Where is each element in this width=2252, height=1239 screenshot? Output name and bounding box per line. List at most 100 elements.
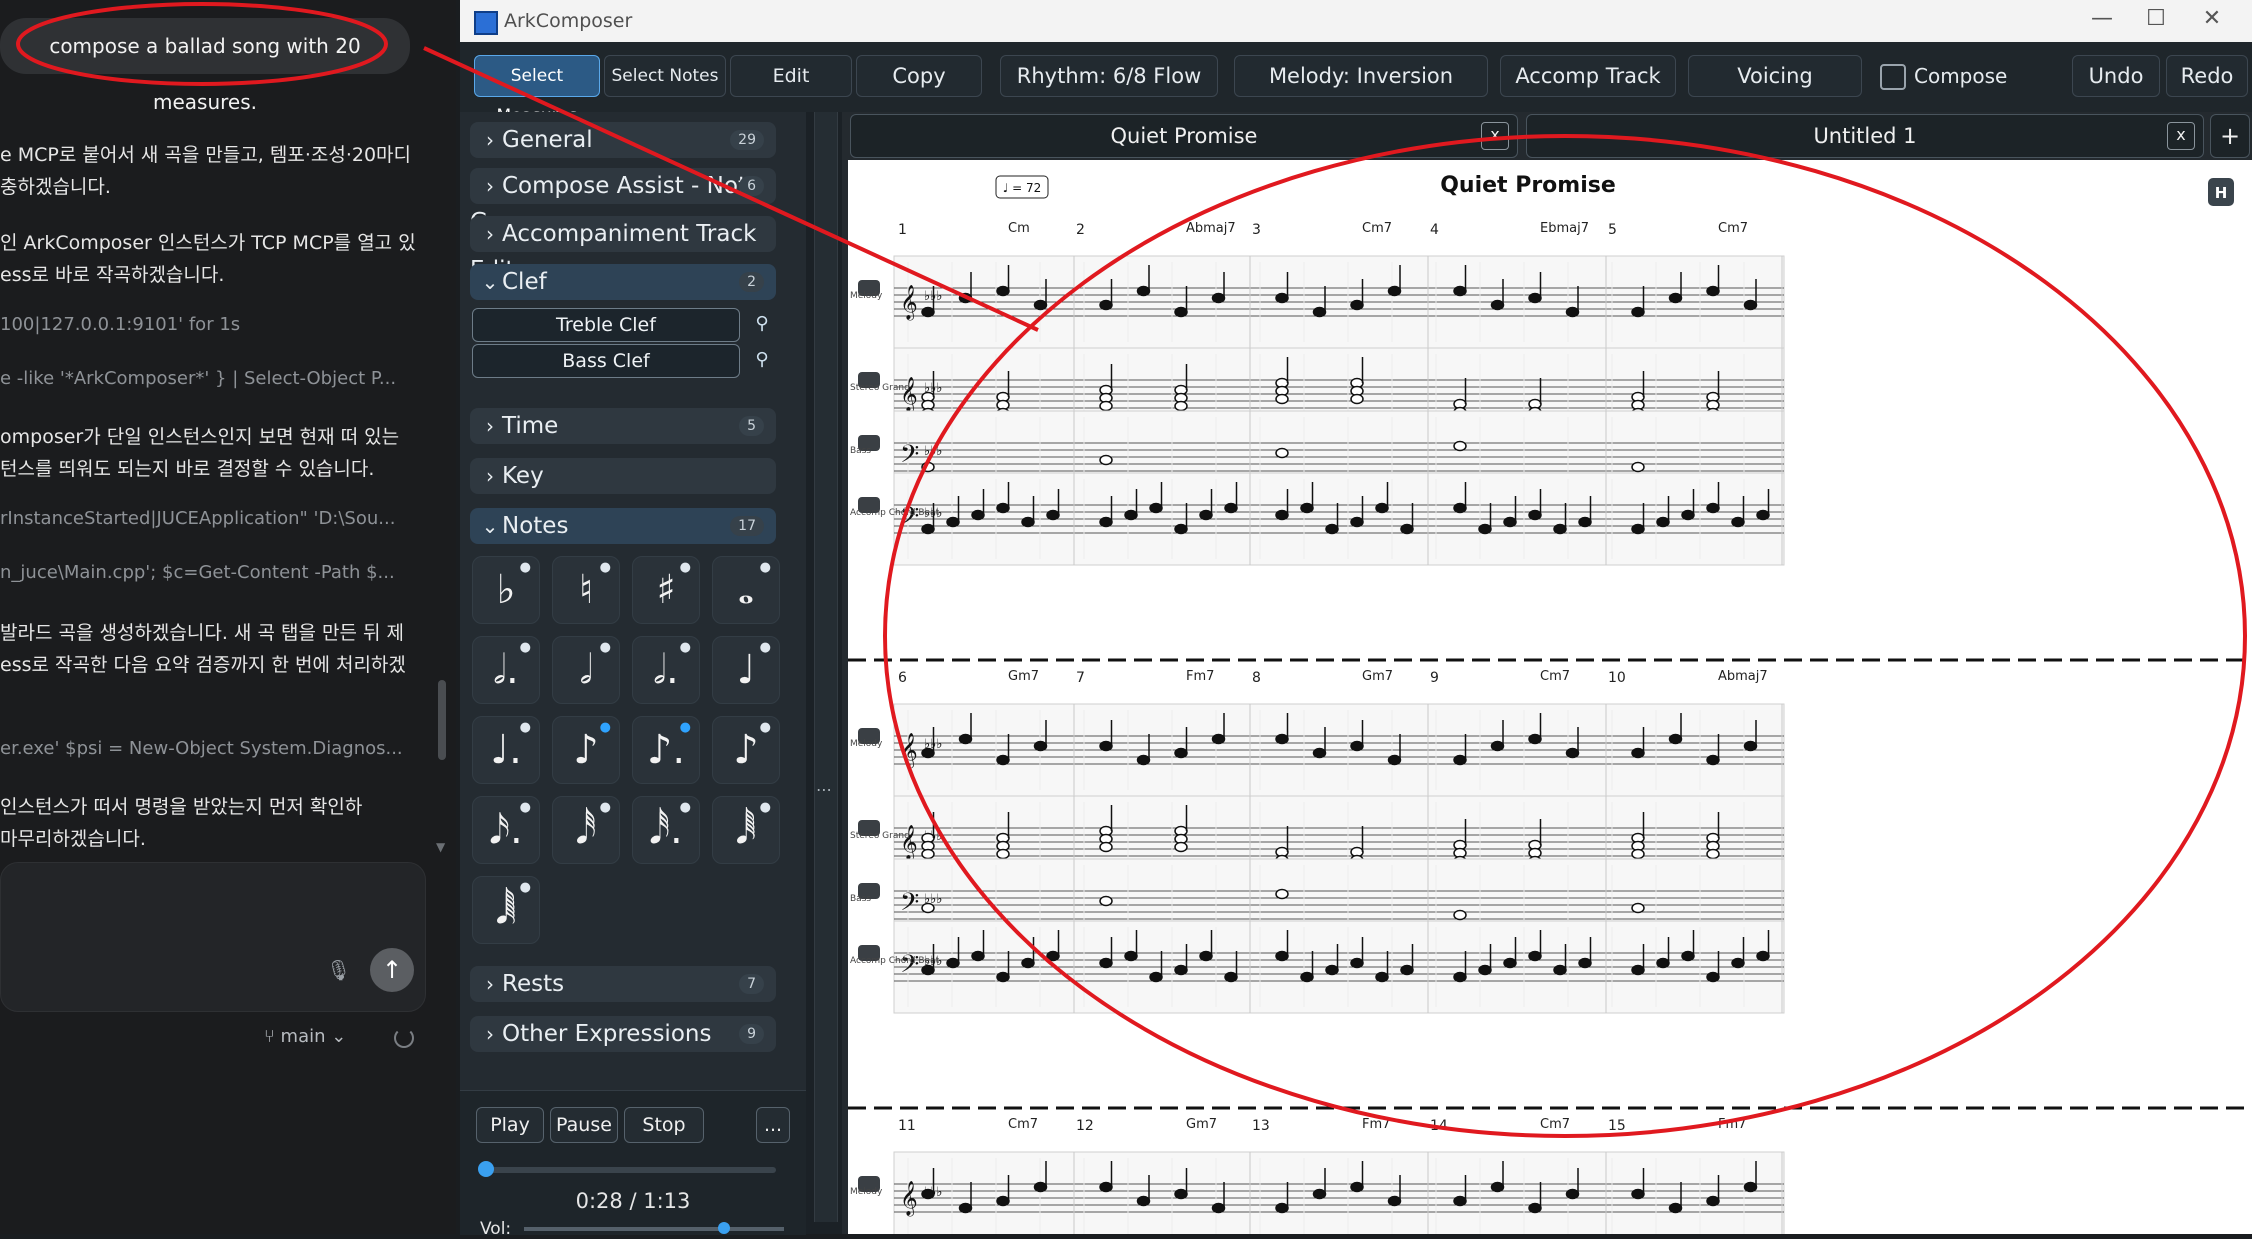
accomp-track-button[interactable]: Accomp Track — [1500, 55, 1676, 97]
track-label: Bass — [850, 894, 871, 904]
scroll-down-icon[interactable]: ▼ — [436, 840, 445, 854]
pin-icon[interactable]: ● — [600, 721, 611, 734]
note-head — [1565, 747, 1580, 759]
select-notes-button[interactable]: Select Notes — [604, 55, 726, 97]
chord-symbol: Abmaj7 — [1718, 669, 1768, 684]
note-head — [1174, 306, 1188, 318]
pin-icon[interactable]: ● — [680, 641, 691, 654]
note-head — [1668, 733, 1683, 745]
sidebar-section-key[interactable]: › Key — [470, 458, 776, 494]
pin-icon[interactable]: ● — [680, 721, 691, 734]
melody-button[interactable]: Melody: Inversion — [1234, 55, 1488, 97]
compose-checkbox[interactable] — [1880, 64, 1906, 90]
note-tile[interactable]: 𝅘𝅥𝅰 ● — [552, 796, 620, 864]
treble-clef-button[interactable]: Treble Clef — [472, 308, 740, 342]
note-tile[interactable]: 𝅘𝅥𝅯. ● — [472, 796, 540, 864]
note-tile[interactable]: ♮ ● — [552, 556, 620, 624]
note-tile[interactable]: ♯ ● — [632, 556, 700, 624]
score-canvas[interactable]: Quiet Promise ♩ = 72 H 1 Cm 2 Abmaj7 3 Cm7 4 Eb… — [848, 160, 2252, 1234]
voicing-button[interactable]: Voicing — [1688, 55, 1862, 97]
pin-icon[interactable]: ● — [600, 561, 611, 574]
note-tile[interactable]: ♪ ● — [712, 716, 780, 784]
close-tab-button[interactable]: x — [2167, 122, 2195, 150]
note-head — [1668, 292, 1683, 304]
minimize-button[interactable]: — — [2082, 6, 2122, 31]
pause-button[interactable]: Pause — [550, 1107, 618, 1143]
pin-icon[interactable]: ● — [600, 801, 611, 814]
pin-icon[interactable]: ● — [520, 641, 531, 654]
select-measures-button[interactable]: Select Measures — [474, 55, 600, 126]
sidebar-section-accompaniment-track-edit[interactable]: ›Accompaniment Track Edit — [470, 216, 776, 283]
pin-icon[interactable]: ⚲ — [750, 344, 774, 376]
pin-icon[interactable]: ● — [520, 721, 531, 734]
volume-knob[interactable] — [718, 1222, 731, 1234]
sidebar-section-time[interactable]: › Time 5 — [470, 408, 776, 444]
close-window-button[interactable]: ✕ — [2192, 6, 2232, 31]
undo-button[interactable]: Undo — [2072, 55, 2160, 97]
copy-button[interactable]: Copy — [856, 55, 982, 97]
pin-icon[interactable]: ● — [680, 561, 691, 574]
volume-slider[interactable] — [524, 1222, 784, 1234]
pin-icon[interactable]: ● — [760, 641, 771, 654]
pin-icon[interactable]: ● — [680, 801, 691, 814]
send-button[interactable]: ↑ — [370, 948, 414, 992]
sidebar-section-clef[interactable]: ⌄ Clef 2 — [470, 264, 776, 300]
tab-untitled-1[interactable]: Untitled 1 x — [1526, 114, 2204, 158]
pin-icon[interactable]: ● — [760, 801, 771, 814]
note-head — [1149, 502, 1163, 514]
note-tile[interactable]: 𝅝 ● — [712, 556, 780, 624]
panel-splitter[interactable]: ⋯ — [806, 112, 842, 1234]
note-tile[interactable]: ♩. ● — [472, 716, 540, 784]
pin-icon[interactable]: ● — [600, 641, 611, 654]
note-tile[interactable]: 𝅘𝅥𝅱 ● — [712, 796, 780, 864]
maximize-button[interactable]: ☐ — [2136, 6, 2176, 31]
rhythm-button[interactable]: Rhythm: 6/8 Flow — [1000, 55, 1218, 97]
score-system-1: 1 Cm 2 Abmaj7 3 Cm7 4 Ebmaj7 5 Cm7 𝄞♭♭♭Melody𝄞 ♭♭♭ S… — [848, 221, 2252, 662]
sidebar-section-compose-assist-note-ge-[interactable]: ›Compose Assist - Note Ge...6 — [470, 168, 776, 235]
note-tile[interactable]: ♩ ● — [712, 636, 780, 704]
note-head — [1706, 285, 1720, 297]
bass-clef-button[interactable]: Bass Clef — [472, 344, 740, 378]
note-tile[interactable]: 𝅗𝅥 ● — [552, 636, 620, 704]
note-tile[interactable]: ♪. ● — [632, 716, 700, 784]
more-button[interactable]: ... — [756, 1107, 790, 1143]
pin-icon[interactable]: ● — [760, 721, 771, 734]
play-button[interactable]: Play — [476, 1107, 544, 1143]
branch-selector[interactable]: ⑂ main ⌄ — [264, 1026, 346, 1047]
pin-icon[interactable]: ● — [520, 881, 531, 894]
close-tab-button[interactable]: x — [1481, 122, 1509, 150]
stop-button[interactable]: Stop — [624, 1107, 704, 1143]
sidebar-section-notes[interactable]: ⌄ Notes 17 — [470, 508, 776, 544]
pin-icon[interactable]: ● — [520, 801, 531, 814]
sidebar-section-general[interactable]: › General 29 — [470, 122, 776, 158]
note-head — [1490, 299, 1505, 311]
chat-input[interactable] — [0, 862, 426, 1012]
note-tile[interactable]: 𝅘𝅥𝅲 ● — [472, 876, 540, 944]
note-tile[interactable]: 𝅘𝅥𝅰. ● — [632, 796, 700, 864]
note-tile[interactable]: ♭ ● — [472, 556, 540, 624]
note-tile[interactable]: 𝅗𝅥. ● — [632, 636, 700, 704]
section-label: Clef — [502, 269, 547, 295]
track-label: Accomp Chord Beat — [850, 508, 940, 518]
add-tab-button[interactable]: + — [2210, 114, 2250, 158]
note-tile[interactable]: ♪ ● — [552, 716, 620, 784]
progress-knob[interactable] — [478, 1161, 494, 1177]
note-glyph-icon: ♯ — [656, 567, 676, 613]
playback-progress[interactable] — [478, 1161, 776, 1177]
track-label: Bass — [850, 446, 871, 456]
chat-scrollbar[interactable] — [438, 680, 446, 760]
microphone-icon[interactable]: 🎙 — [326, 958, 351, 982]
sidebar-section-rests[interactable]: › Rests 7 — [470, 966, 776, 1002]
note-glyph-icon: 𝅘𝅥𝅯. — [489, 807, 523, 853]
pin-icon[interactable]: ● — [760, 561, 771, 574]
score-title[interactable]: Quiet Promise — [1440, 173, 1616, 198]
edit-button[interactable]: Edit — [730, 55, 852, 97]
redo-button[interactable]: Redo — [2166, 55, 2248, 97]
sidebar-section-other-expressions[interactable]: › Other Expressions 9 — [470, 1016, 776, 1052]
note-tile[interactable]: 𝅗𝅥. ● — [472, 636, 540, 704]
drag-handle-icon[interactable]: ⋯ — [816, 780, 832, 799]
pin-icon[interactable]: ● — [520, 561, 531, 574]
score-svg[interactable]: Quiet Promise ♩ = 72 H 1 Cm 2 Abmaj7 3 Cm7 4 Eb… — [848, 160, 2252, 1234]
pin-icon[interactable]: ⚲ — [750, 308, 774, 340]
tab-quiet-promise[interactable]: Quiet Promise x — [850, 114, 1518, 158]
